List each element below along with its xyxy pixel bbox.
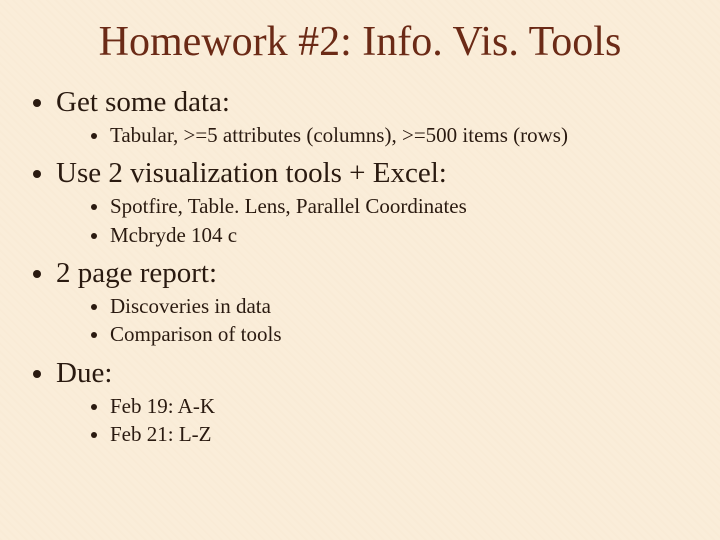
list-item: Feb 19: A-K: [110, 392, 696, 420]
section-due: Due: Feb 19: A-K Feb 21: L-Z: [56, 357, 696, 449]
slide-title: Homework #2: Info. Vis. Tools: [24, 18, 696, 66]
sub-list: Spotfire, Table. Lens, Parallel Coordina…: [56, 192, 696, 249]
list-item: Comparison of tools: [110, 320, 696, 348]
list-item: Tabular, >=5 attributes (columns), >=500…: [110, 121, 696, 149]
section-label: Due:: [56, 357, 112, 389]
list-item: Discoveries in data: [110, 292, 696, 320]
sub-list: Tabular, >=5 attributes (columns), >=500…: [56, 121, 696, 149]
bullet-list: Get some data: Tabular, >=5 attributes (…: [24, 86, 696, 448]
sub-list: Discoveries in data Comparison of tools: [56, 292, 696, 349]
section-label: Use 2 visualization tools + Excel:: [56, 157, 447, 189]
section-vis-tools: Use 2 visualization tools + Excel: Spotf…: [56, 157, 696, 249]
section-label: 2 page report:: [56, 257, 217, 289]
list-item: Feb 21: L-Z: [110, 420, 696, 448]
section-label: Get some data:: [56, 86, 230, 118]
list-item: Mcbryde 104 c: [110, 221, 696, 249]
section-get-data: Get some data: Tabular, >=5 attributes (…: [56, 86, 696, 149]
sub-list: Feb 19: A-K Feb 21: L-Z: [56, 392, 696, 449]
list-item: Spotfire, Table. Lens, Parallel Coordina…: [110, 192, 696, 220]
section-report: 2 page report: Discoveries in data Compa…: [56, 257, 696, 349]
